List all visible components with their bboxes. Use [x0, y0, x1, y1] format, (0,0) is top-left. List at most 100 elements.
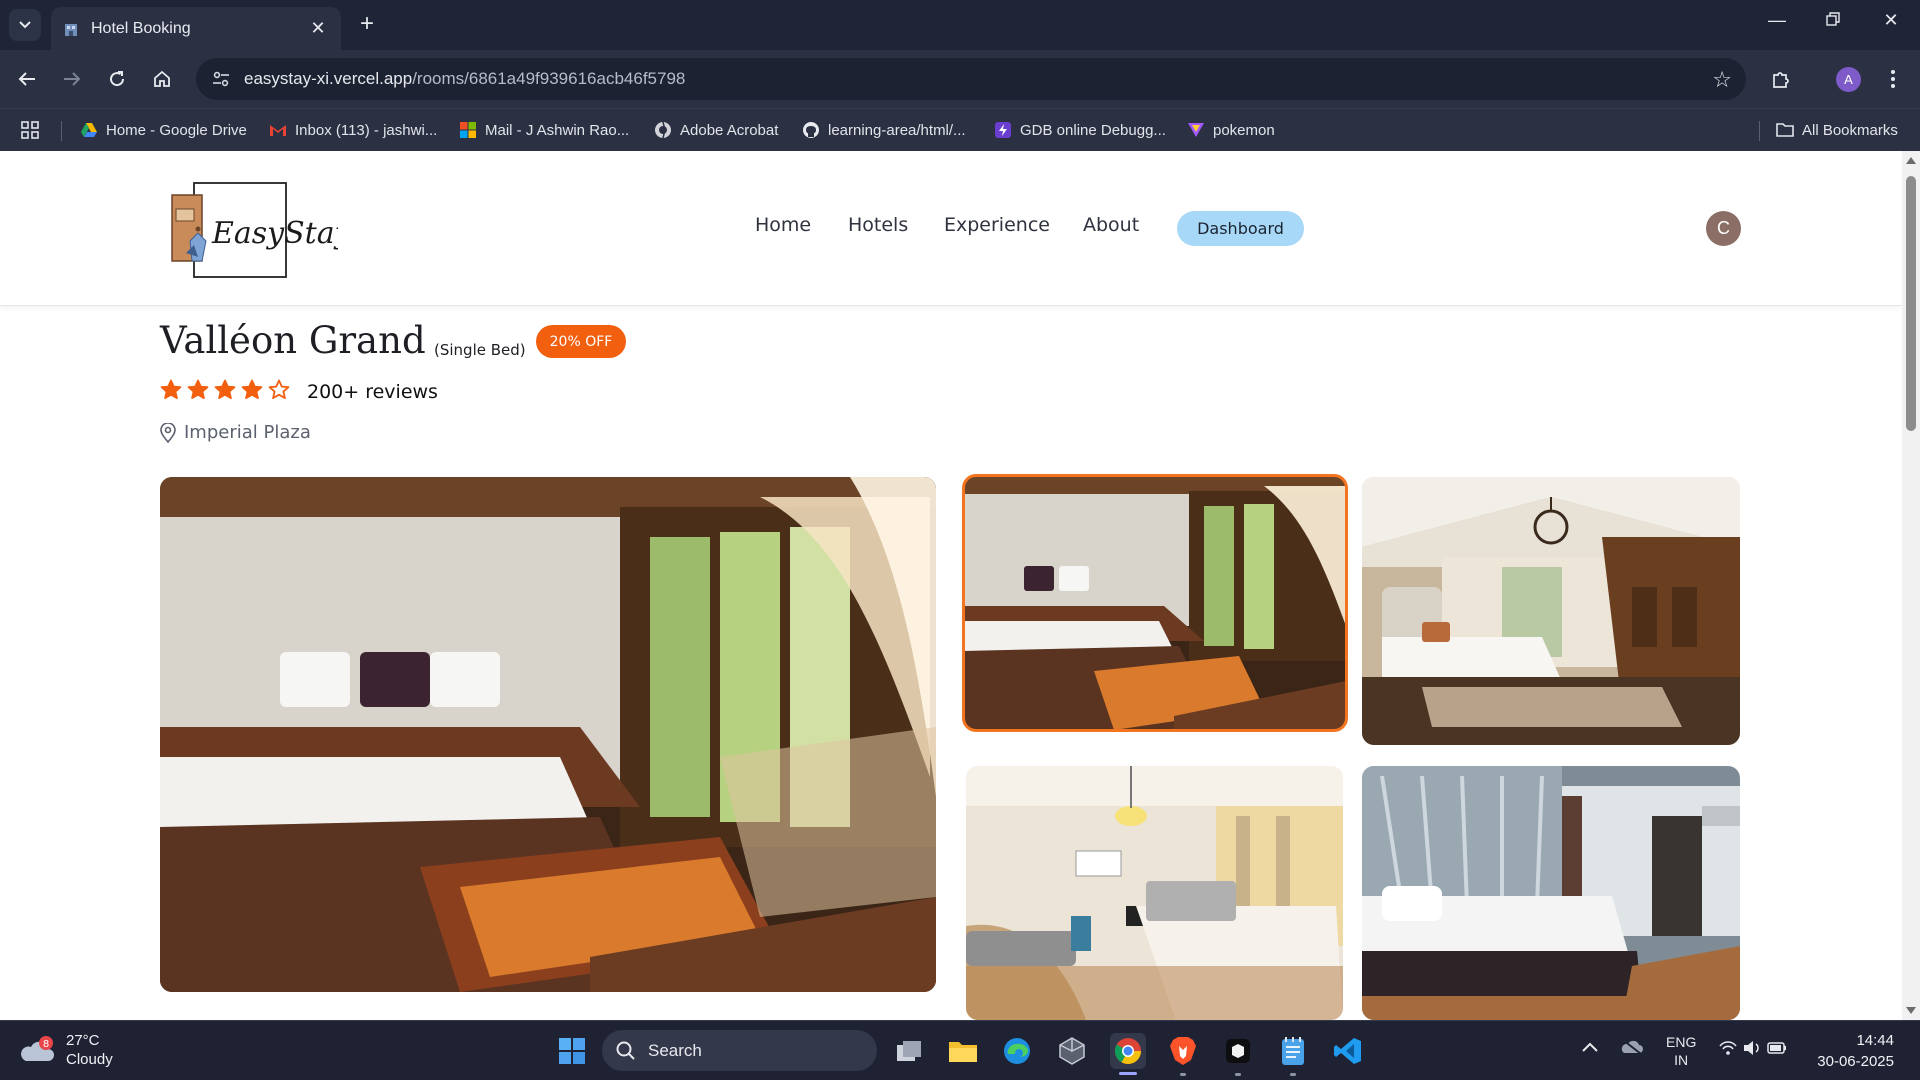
cloudy-weather-icon: 8 — [21, 1036, 55, 1061]
notepad-running-indicator — [1290, 1073, 1296, 1076]
task-view-button[interactable] — [891, 1033, 927, 1069]
file-explorer-button[interactable] — [945, 1033, 981, 1069]
start-button[interactable] — [554, 1033, 590, 1069]
notepad-button[interactable] — [1275, 1033, 1311, 1069]
nav-about-link[interactable]: About — [1083, 214, 1139, 236]
clock-date: 30-06-2025 — [1817, 1053, 1894, 1070]
clock-time: 14:44 — [1856, 1032, 1894, 1049]
apps-button[interactable] — [20, 119, 40, 141]
close-window-button[interactable]: ✕ — [1876, 10, 1906, 31]
url-path: /rooms/6861a49f939616acb46f5798 — [412, 69, 686, 88]
home-button[interactable] — [145, 62, 179, 96]
weather-widget[interactable]: 8 27°C Cloudy — [20, 1031, 113, 1069]
minimize-button[interactable]: — — [1762, 10, 1792, 31]
chrome-active-indicator — [1119, 1072, 1137, 1075]
cube-icon — [1059, 1037, 1085, 1065]
bookmark-adobe-acrobat[interactable]: Adobe Acrobat — [654, 119, 778, 141]
nav-hotels-link[interactable]: Hotels — [848, 214, 908, 236]
chrome-button[interactable] — [1110, 1033, 1146, 1069]
user-avatar[interactable]: C — [1706, 211, 1741, 246]
task-view-icon — [897, 1041, 921, 1061]
browser-menu-button[interactable] — [1876, 62, 1910, 96]
gmail-icon — [269, 121, 287, 139]
windows-taskbar: 8 27°C Cloudy Search ENG IN 14:44 30-06-… — [0, 1020, 1920, 1080]
back-button[interactable] — [10, 62, 44, 96]
vscode-button[interactable] — [1330, 1033, 1366, 1069]
chevron-up-icon — [1582, 1042, 1598, 1052]
map-pin-icon — [160, 422, 176, 443]
hotel-name: Valléon Grand — [160, 319, 426, 362]
browser-tab[interactable]: Hotel Booking ✕ — [51, 7, 341, 50]
reload-button[interactable] — [100, 62, 134, 96]
reviews-count: 200+ reviews — [307, 381, 438, 403]
rating-stars — [160, 379, 290, 400]
nav-experience-link[interactable]: Experience — [944, 214, 1050, 236]
site-info-icon[interactable] — [210, 68, 232, 90]
acrobat-icon — [654, 121, 672, 139]
folder-icon — [949, 1042, 977, 1062]
nav-home-link[interactable]: Home — [755, 214, 811, 236]
more-vertical-icon — [1891, 70, 1895, 88]
reload-icon — [110, 71, 125, 87]
bookmark-label: Home - Google Drive — [106, 121, 247, 139]
all-bookmarks-button[interactable]: All Bookmarks — [1776, 119, 1898, 141]
quick-settings-button[interactable] — [1718, 1039, 1788, 1061]
language-indicator[interactable]: ENG IN — [1666, 1033, 1696, 1069]
app-button-dark[interactable] — [1220, 1033, 1256, 1069]
bookmark-gdb-online[interactable]: GDB online Debugg... — [994, 119, 1166, 141]
room-thumbnail-1[interactable] — [962, 474, 1348, 732]
app-button-cube[interactable] — [1054, 1033, 1090, 1069]
bedroom-chandelier-thumbnail — [1362, 477, 1740, 745]
weather-temp: 27°C — [66, 1032, 100, 1049]
page-viewport: EasyStay Home Hotels Experience About Da… — [0, 151, 1902, 1020]
brave-button[interactable] — [1165, 1033, 1201, 1069]
all-bookmarks-label: All Bookmarks — [1802, 121, 1898, 139]
site-header: EasyStay Home Hotels Experience About Da… — [0, 151, 1902, 306]
new-tab-button[interactable]: + — [354, 11, 380, 37]
room-thumbnail-3[interactable] — [966, 766, 1343, 1020]
bookmark-pokemon[interactable]: pokemon — [1187, 119, 1275, 141]
hotel-favicon-icon — [63, 21, 79, 37]
logo-text: EasyStay — [211, 216, 338, 251]
room-thumbnail-4[interactable] — [1362, 766, 1740, 1020]
bookmark-label: learning-area/html/... — [828, 121, 966, 139]
region-code: IN — [1674, 1052, 1689, 1068]
star-filled-icon — [160, 379, 182, 399]
taskbar-search[interactable]: Search — [602, 1030, 877, 1071]
easystay-logo[interactable]: EasyStay — [168, 181, 353, 281]
browser-tab-bar: Hotel Booking ✕ + — ✕ — [0, 0, 1920, 50]
notepad-icon — [1282, 1037, 1304, 1065]
brave-running-indicator — [1180, 1073, 1186, 1076]
room-thumbnail-2[interactable] — [1362, 477, 1740, 745]
scrollbar-thumb[interactable] — [1906, 176, 1916, 431]
dashboard-button[interactable]: Dashboard — [1177, 211, 1304, 246]
bookmark-label: pokemon — [1213, 121, 1275, 139]
edge-icon — [1004, 1038, 1030, 1064]
scroll-up-arrow-icon[interactable] — [1906, 157, 1916, 164]
bookmark-star-icon[interactable]: ☆ — [1712, 67, 1732, 93]
bookmarks-bar: Home - Google Drive Inbox (113) - jashwi… — [0, 108, 1920, 151]
search-icon — [616, 1041, 635, 1060]
restore-button[interactable] — [1818, 10, 1848, 31]
arrow-right-icon — [64, 72, 81, 86]
room-main-image[interactable] — [160, 477, 936, 992]
folder-icon — [1776, 121, 1794, 139]
bookmark-gmail[interactable]: Inbox (113) - jashwi... — [269, 119, 437, 141]
cloud-offline-icon — [1621, 1039, 1643, 1055]
extensions-button[interactable] — [1764, 62, 1798, 96]
onedrive-button[interactable] — [1620, 1039, 1644, 1059]
arrow-left-icon — [18, 72, 35, 86]
bookmark-outlook-mail[interactable]: Mail - J Ashwin Rao... — [459, 119, 629, 141]
bookmark-google-drive[interactable]: Home - Google Drive — [80, 119, 247, 141]
tab-close-icon[interactable]: ✕ — [307, 18, 329, 39]
tab-search-button[interactable] — [9, 9, 41, 41]
edge-button[interactable] — [999, 1033, 1035, 1069]
forward-button[interactable] — [55, 62, 89, 96]
address-bar[interactable]: easystay-xi.vercel.app/rooms/6861a49f939… — [196, 58, 1746, 100]
system-clock[interactable]: 14:44 30-06-2025 — [1814, 1030, 1894, 1072]
scroll-down-arrow-icon[interactable] — [1906, 1007, 1916, 1014]
bookmark-github[interactable]: learning-area/html/... — [802, 119, 966, 141]
page-scrollbar[interactable] — [1902, 151, 1920, 1020]
profile-avatar[interactable]: A — [1836, 67, 1861, 92]
tray-overflow-button[interactable] — [1582, 1039, 1598, 1056]
